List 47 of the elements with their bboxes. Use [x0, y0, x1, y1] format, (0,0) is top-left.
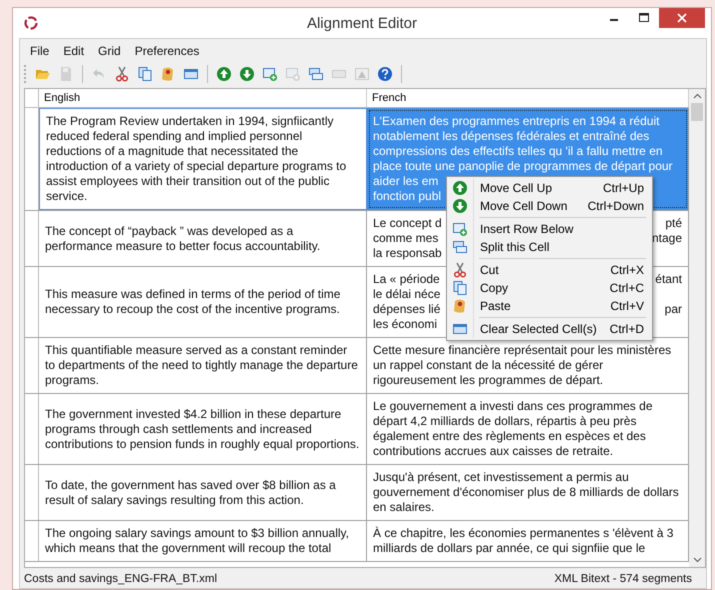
status-segment-count: XML Bitext - 574 segments [554, 573, 692, 585]
table-cell[interactable]: This measure was defined in terms of the period of time necessary to recoup the cost of the incentive programs. [39, 267, 367, 337]
up-caret-icon [692, 93, 702, 99]
menu-item[interactable]: File [24, 42, 56, 60]
menu-item[interactable]: Edit [57, 42, 90, 60]
scissors-icon [114, 66, 130, 82]
scroll-thumb[interactable] [691, 103, 703, 121]
window-title: Alignment Editor [306, 14, 418, 32]
close-icon [677, 13, 687, 23]
table-cell[interactable]: The government invested $4.2 billion in these departure programs through cash settlements and increased contributions to pension funds in roughly equal proportions. [39, 394, 367, 464]
context-menu-item[interactable]: Move Cell Up Ctrl+Up [447, 179, 652, 197]
vertical-scrollbar[interactable] [689, 89, 705, 567]
toolbar-button[interactable] [214, 64, 234, 84]
context-menu-item[interactable]: Split this Cell [447, 238, 652, 256]
ring-logo-icon [23, 15, 39, 31]
copy-icon [452, 280, 468, 296]
context-menu-item[interactable]: Paste Ctrl+V [447, 297, 652, 315]
paste-icon [452, 298, 468, 314]
down-caret-icon [692, 557, 702, 563]
table-cell[interactable]: The ongoing salary savings amount to $3 billion annually, which means that the government will recoup the total [39, 521, 367, 561]
context-menu-item[interactable]: Copy Ctrl+C [447, 279, 652, 297]
scissors-icon [452, 262, 468, 278]
split-cell-icon [308, 66, 324, 82]
close-button[interactable] [659, 8, 705, 28]
toolbar-button[interactable] [375, 64, 395, 84]
insert-row-icon [262, 66, 278, 82]
context-menu-item[interactable]: Clear Selected Cell(s) Ctrl+D [447, 320, 652, 338]
table-cell[interactable]: To date, the government has saved over $8 billion as a result of salary savings resulting from this action. [39, 465, 367, 520]
window-icon [452, 321, 468, 337]
window-icon [183, 66, 199, 82]
split-cell-icon [452, 239, 468, 255]
context-menu-item[interactable]: Insert Row Below [447, 220, 652, 238]
table-cell[interactable]: The concept of “payback ” was developed as a performance measure to better focus accountability. [39, 211, 367, 266]
maximize-icon [639, 13, 649, 23]
status-file-name: Costs and savings_ENG-FRA_BT.xml [24, 573, 218, 585]
paste-icon [160, 66, 176, 82]
warning-icon [354, 66, 370, 82]
table-cell[interactable]: The Program Review undertaken in 1994, signfiicantly reduced federal spending and implied personnel reductions of a magnitude that necessitated the introduction of a variety of special departure programs to assist employees with their transition out of the public service. [39, 108, 367, 210]
context-menu-item[interactable]: Cut Ctrl+X [447, 261, 652, 279]
column-header[interactable]: English [39, 89, 367, 107]
menu-item[interactable]: Preferences [128, 42, 206, 60]
copy-icon [137, 66, 153, 82]
toolbar-button[interactable] [237, 64, 257, 84]
table-cell[interactable]: This quantifiable measure served as a constant reminder to departments of the need to tightly manage the departure programs. [39, 338, 367, 393]
help-icon [377, 66, 393, 82]
menu-item[interactable]: Grid [92, 42, 127, 60]
insert-row-icon [452, 221, 468, 237]
